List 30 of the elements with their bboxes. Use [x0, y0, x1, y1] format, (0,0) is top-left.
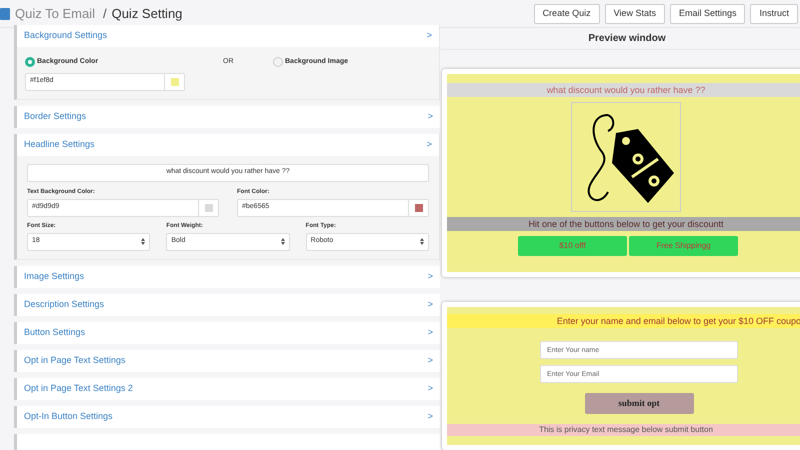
header-button[interactable]: Create Quiz	[534, 4, 600, 24]
section-header[interactable]: Button Settings >	[17, 322, 440, 344]
section-header[interactable]: Background Settings >	[17, 25, 439, 47]
section-header[interactable]: Opt in Page Text Settings 2 >	[17, 378, 440, 400]
section-header[interactable]: Headline Settings >	[17, 134, 439, 156]
header-button[interactable]: Email Settings	[670, 4, 746, 24]
header-button[interactable]: View Stats	[604, 4, 665, 24]
color-swatch	[204, 204, 212, 212]
sort-caret-icon	[141, 238, 146, 245]
quiz-headline: what discount would you rather have ??	[447, 83, 800, 97]
preview-title: Preview window	[440, 28, 800, 50]
section-header[interactable]: Border Settings >	[17, 106, 440, 128]
submit-button[interactable]: submit opt	[584, 393, 694, 414]
privacy-text: This is privacy text message below submit button	[447, 424, 800, 436]
section-header[interactable]: Image Settings >	[17, 266, 440, 288]
radio-button[interactable]	[273, 57, 283, 68]
app-name[interactable]: Quiz To Email	[15, 4, 95, 24]
app-logo-icon	[0, 8, 10, 20]
color-swatch	[170, 78, 178, 86]
section-header[interactable]: Opt in Page Text Settings >	[17, 350, 440, 372]
header-button[interactable]: Instruct	[750, 4, 798, 24]
radio-button[interactable]	[25, 57, 35, 68]
breadcrumb-separator: /	[102, 4, 107, 23]
section-header[interactable]: Opt-In Button Settings >	[17, 406, 440, 428]
section-header[interactable]: Description Settings >	[17, 294, 440, 316]
sort-caret-icon	[420, 238, 424, 245]
page-title: Quiz Setting	[112, 4, 182, 23]
quiz-description: Hit one of the buttons below to get your discountt	[447, 217, 800, 231]
color-swatch	[414, 204, 422, 212]
sort-caret-icon	[280, 238, 285, 245]
